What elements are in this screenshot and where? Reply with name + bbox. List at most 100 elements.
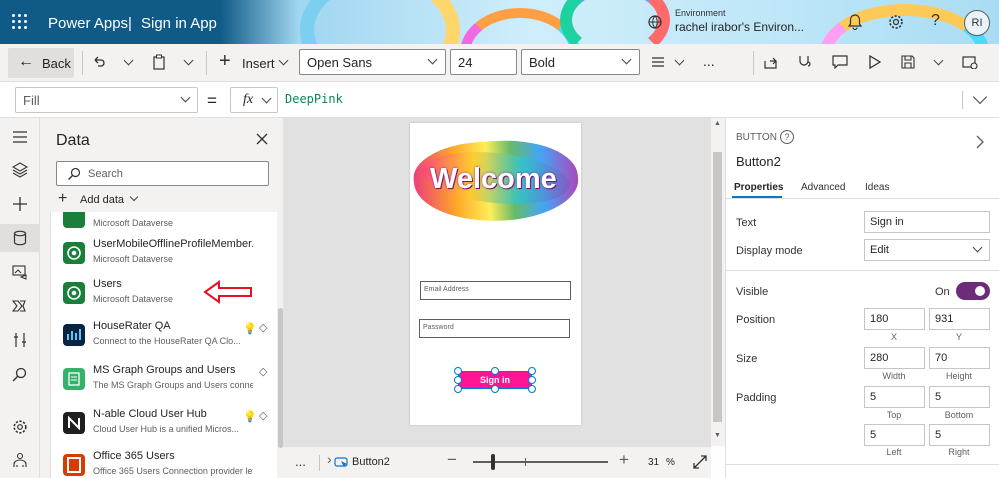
- data-search-input[interactable]: Search: [56, 161, 269, 186]
- lightbulb-icon: 💡: [243, 411, 257, 423]
- resize-handle[interactable]: [491, 385, 499, 393]
- fit-to-window-icon[interactable]: [693, 455, 707, 469]
- email-input[interactable]: Email Address: [420, 281, 571, 300]
- paste-icon[interactable]: [152, 54, 166, 70]
- publish-icon[interactable]: [962, 55, 978, 69]
- left-rail: [0, 118, 40, 478]
- app-checker-icon[interactable]: [797, 54, 813, 70]
- back-button[interactable]: ← Back: [8, 48, 74, 78]
- insert-plus-icon[interactable]: [12, 196, 28, 212]
- more-commands-button[interactable]: ...: [703, 53, 715, 69]
- help-icon[interactable]: ?: [780, 130, 794, 144]
- settings-icon[interactable]: [888, 14, 904, 30]
- notifications-icon[interactable]: [848, 14, 862, 30]
- zoom-slider-thumb[interactable]: [491, 454, 495, 470]
- comments-icon[interactable]: [832, 55, 848, 69]
- data-cylinder-icon[interactable]: [12, 230, 28, 246]
- close-icon[interactable]: [256, 133, 268, 145]
- environment-name[interactable]: rachel irabor's Environ...: [675, 20, 804, 34]
- zoom-in-icon[interactable]: +: [619, 450, 629, 470]
- padding-top-input[interactable]: 5: [864, 386, 925, 408]
- resize-handle[interactable]: [454, 367, 462, 375]
- visible-toggle[interactable]: [956, 282, 990, 300]
- scroll-down-icon[interactable]: ▼: [714, 432, 721, 439]
- password-input[interactable]: Password: [419, 319, 570, 338]
- padding-left-input[interactable]: 5: [864, 424, 925, 446]
- insert-button[interactable]: Insert: [242, 56, 275, 71]
- tab-advanced[interactable]: Advanced: [801, 182, 845, 193]
- top-label: Top: [886, 410, 902, 420]
- share-icon[interactable]: [763, 55, 779, 69]
- font-size-value: 24: [458, 55, 473, 70]
- help-icon[interactable]: ?: [931, 12, 940, 30]
- formula-input[interactable]: DeepPink: [285, 92, 343, 106]
- list-item[interactable]: N-able Cloud User Hub Cloud User Hub is …: [51, 402, 276, 444]
- media-icon[interactable]: [12, 264, 28, 280]
- font-family-select[interactable]: Open Sans: [299, 49, 446, 75]
- paste-dropdown-chevron-icon[interactable]: [183, 55, 194, 66]
- scrollbar-thumb[interactable]: [713, 152, 722, 422]
- app-launcher-icon[interactable]: [12, 14, 28, 30]
- zoom-out-icon[interactable]: −: [447, 450, 457, 470]
- insert-plus-icon[interactable]: +: [219, 50, 231, 73]
- tab-properties[interactable]: Properties: [734, 182, 783, 193]
- font-weight-select[interactable]: Bold: [521, 49, 640, 75]
- selected-control-name[interactable]: Button2: [352, 456, 390, 468]
- resize-handle[interactable]: [528, 367, 536, 375]
- canvas-scrollbar[interactable]: ▲ ▼: [711, 118, 725, 446]
- resize-handle[interactable]: [528, 376, 536, 384]
- password-placeholder: Password: [423, 324, 454, 331]
- undo-icon[interactable]: [92, 55, 106, 69]
- text-input[interactable]: Sign in: [864, 211, 990, 233]
- width-input[interactable]: 280: [864, 347, 925, 369]
- undo-dropdown-chevron-icon[interactable]: [123, 55, 134, 66]
- padding-right-input[interactable]: 5: [929, 424, 990, 446]
- list-item[interactable]: Users Microsoft Dataverse: [51, 272, 276, 314]
- virtual-agent-icon[interactable]: [12, 452, 28, 468]
- add-data-button[interactable]: + Add data: [56, 190, 146, 210]
- avatar[interactable]: RI: [964, 10, 990, 36]
- data-source-list: Microsoft Dataverse UserMobileOfflinePro…: [50, 212, 283, 478]
- list-item[interactable]: UserMobileOfflineProfileMember... Micros…: [51, 232, 276, 274]
- align-chevron-icon[interactable]: [674, 55, 685, 66]
- tab-ideas[interactable]: Ideas: [865, 182, 889, 193]
- expand-formula-chevron-icon[interactable]: [972, 89, 988, 105]
- premium-diamond-icon: ◇: [259, 322, 268, 334]
- power-automate-icon[interactable]: [12, 298, 28, 314]
- formula-bar: Fill = fx DeepPink: [0, 82, 999, 118]
- resize-handle[interactable]: [454, 385, 462, 393]
- visible-label: Visible: [736, 286, 769, 298]
- chevron-right-icon[interactable]: [975, 135, 985, 149]
- resize-handle[interactable]: [491, 367, 499, 375]
- save-chevron-icon[interactable]: [933, 55, 944, 66]
- font-family-value: Open Sans: [307, 55, 373, 70]
- property-select[interactable]: Fill: [15, 87, 198, 113]
- search-icon[interactable]: [12, 367, 28, 383]
- settings-icon[interactable]: [12, 419, 28, 435]
- data-source-name: MS Graph Groups and Users: [93, 364, 236, 376]
- save-icon[interactable]: [901, 55, 915, 69]
- tree-view-layers-icon[interactable]: [12, 162, 28, 178]
- brand-name[interactable]: Power Apps: [48, 15, 128, 32]
- resize-handle[interactable]: [528, 385, 536, 393]
- position-y-input[interactable]: 931: [929, 308, 990, 330]
- font-size-input[interactable]: 24: [450, 49, 517, 75]
- list-item[interactable]: MS Graph Groups and Users The MS Graph G…: [51, 358, 276, 400]
- list-item[interactable]: HouseRater QA Connect to the HouseRater …: [51, 314, 276, 356]
- scroll-up-icon[interactable]: ▲: [714, 120, 721, 127]
- app-screen[interactable]: Welcome Email Address Password Sign in: [410, 123, 581, 425]
- height-input[interactable]: 70: [929, 347, 990, 369]
- display-mode-select[interactable]: Edit: [864, 239, 990, 261]
- position-x-input[interactable]: 180: [864, 308, 925, 330]
- advanced-tools-icon[interactable]: [12, 332, 28, 348]
- more-options-button[interactable]: ...: [295, 454, 306, 469]
- list-item[interactable]: Office 365 Users Office 365 Users Connec…: [51, 444, 276, 478]
- fx-button[interactable]: fx: [230, 87, 278, 113]
- align-icon[interactable]: [651, 56, 665, 68]
- preview-play-icon[interactable]: [868, 55, 882, 69]
- resize-handle[interactable]: [454, 376, 462, 384]
- insert-chevron-icon[interactable]: [278, 55, 289, 66]
- hamburger-menu-icon[interactable]: [12, 129, 28, 145]
- padding-bottom-input[interactable]: 5: [929, 386, 990, 408]
- control-name[interactable]: Button2: [736, 154, 781, 169]
